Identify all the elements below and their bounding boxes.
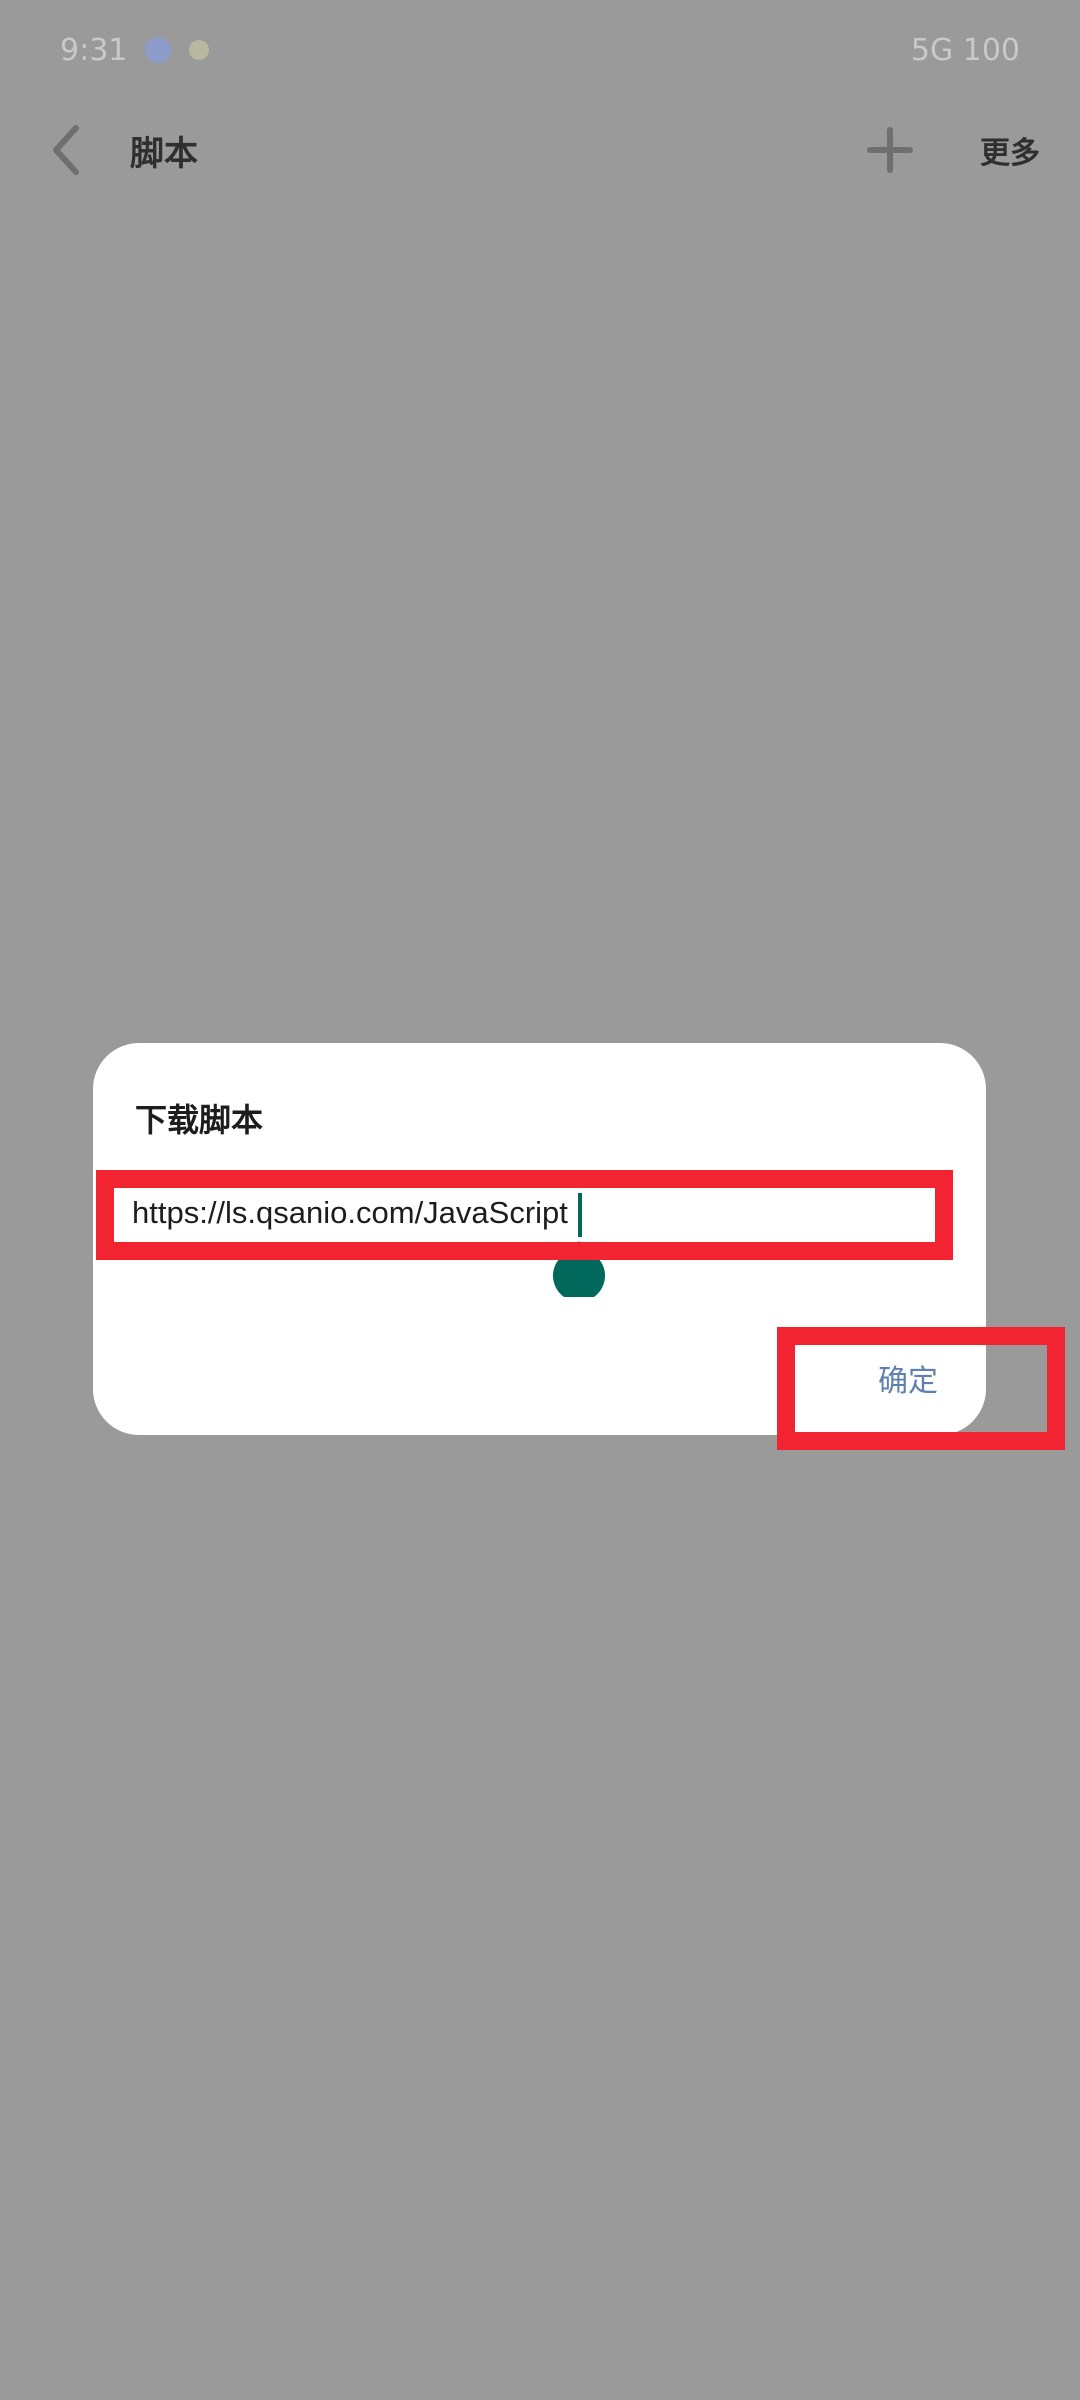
status-bar: 9:31 5G 100 [0,0,1080,100]
app-icon [189,40,210,60]
add-icon[interactable] [860,120,920,180]
status-time: 9:31 [60,32,128,68]
more-button[interactable]: 更多 [980,128,1040,172]
notification-icon [145,37,172,63]
status-indicators: 5G 100 [910,32,1020,68]
back-arrow-icon[interactable] [40,120,90,180]
top-app-bar: 脚本 更多 [0,105,1080,195]
highlight-url-input [96,1170,953,1260]
page-title: 脚本 [130,133,198,174]
status-right: 5G 100 [911,33,1020,68]
dialog-title: 下载脚本 [135,1101,264,1139]
status-left: 9:31 [60,32,210,68]
highlight-confirm-button [777,1327,1065,1450]
